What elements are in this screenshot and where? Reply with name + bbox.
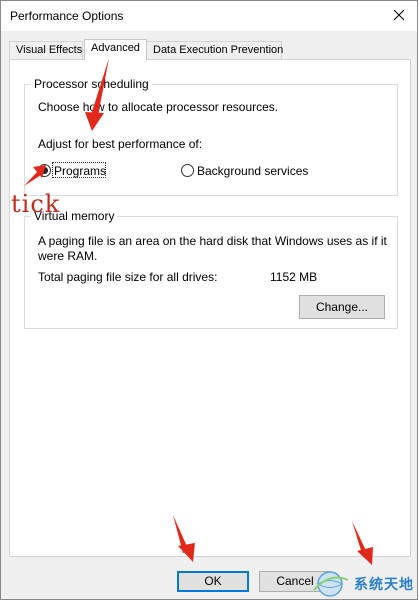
programs-label[interactable]: Programs: [54, 164, 106, 178]
performance-options-window: Performance Options Visual Effects Advan…: [0, 0, 418, 600]
change-button[interactable]: Change...: [299, 295, 385, 319]
tick-annotation-label: tick: [11, 190, 61, 218]
watermark-text: 系统天地: [354, 577, 414, 593]
radio-selected-dot: [41, 167, 48, 174]
tab-label: Data Execution Prevention: [153, 44, 284, 56]
background-services-radio[interactable]: [181, 164, 194, 177]
tab-advanced[interactable]: Advanced: [84, 39, 147, 60]
adjust-performance-label: Adjust for best performance of:: [38, 137, 203, 151]
processor-scheduling-description: Choose how to allocate processor resourc…: [38, 100, 279, 114]
virtual-memory-description-line1: A paging file is an area on the hard dis…: [38, 234, 387, 248]
title-bar: Performance Options: [1, 1, 417, 31]
watermark-globe-icon: [313, 571, 349, 597]
processor-scheduling-group: Processor scheduling Choose how to alloc…: [24, 77, 398, 196]
change-button-label: Change...: [315, 300, 369, 314]
tab-visual-effects[interactable]: Visual Effects: [9, 41, 83, 59]
window-title: Performance Options: [10, 9, 124, 23]
background-services-label[interactable]: Background services: [197, 164, 308, 178]
tab-label: Visual Effects: [16, 44, 83, 56]
processor-scheduling-legend: Processor scheduling: [31, 77, 152, 91]
tab-data-execution-prevention[interactable]: Data Execution Prevention: [146, 41, 284, 59]
programs-radio[interactable]: [38, 164, 51, 177]
tab-label: Advanced: [91, 42, 140, 54]
ok-button[interactable]: OK: [177, 571, 249, 592]
close-icon: [394, 10, 404, 20]
total-paging-size-label: Total paging file size for all drives:: [38, 270, 218, 284]
cancel-button-label: Cancel: [276, 574, 314, 588]
virtual-memory-group: Virtual memory A paging file is an area …: [24, 209, 398, 329]
ok-button-label: OK: [204, 574, 222, 588]
advanced-tab-panel: Processor scheduling Choose how to alloc…: [9, 59, 411, 557]
close-button[interactable]: [387, 4, 411, 26]
virtual-memory-description-line2: were RAM.: [38, 249, 98, 263]
total-paging-size-value: 1152 MB: [270, 270, 318, 284]
